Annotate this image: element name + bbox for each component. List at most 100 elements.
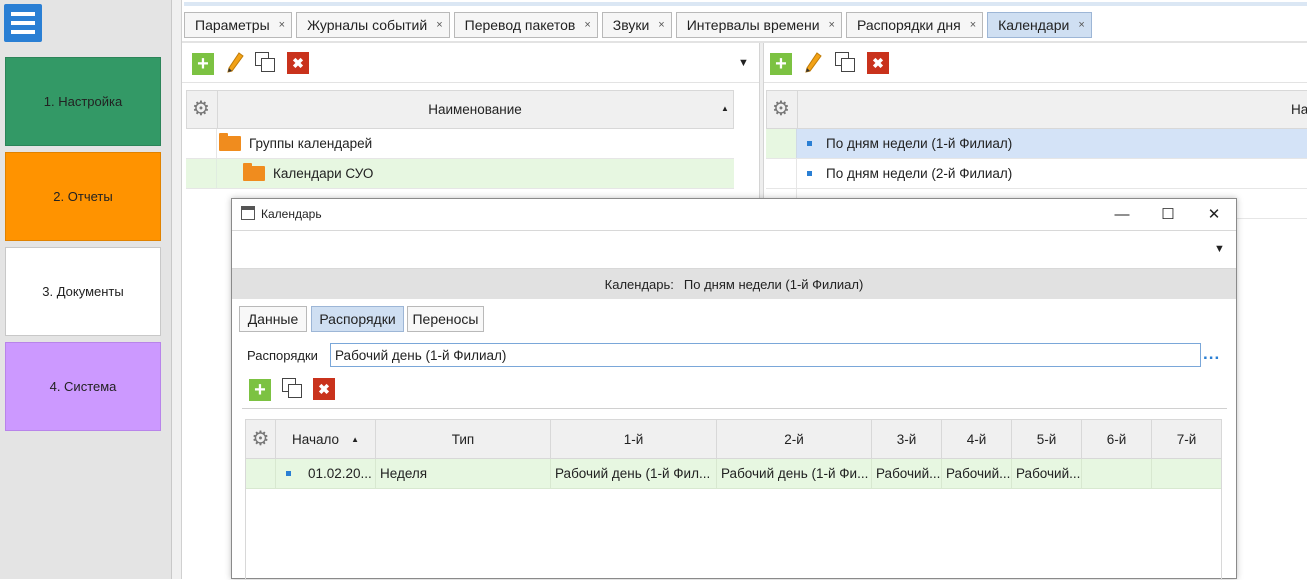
tab-time-intervals[interactable]: Интервалы времени ×	[675, 12, 842, 38]
add-button[interactable]: +	[249, 379, 271, 401]
sidebar-item-system[interactable]: 4. Система	[5, 342, 161, 431]
row-gutter	[246, 459, 276, 488]
minimize-button[interactable]: —	[1099, 199, 1145, 229]
column-header-day5[interactable]: 5-й	[1012, 420, 1082, 458]
maximize-button[interactable]: ☐	[1145, 199, 1191, 229]
tab-event-logs[interactable]: Журналы событий ×	[296, 12, 450, 38]
sidebar-item-label: 2. Отчеты	[53, 189, 113, 204]
hamburger-menu-icon[interactable]	[4, 4, 42, 42]
column-header-label: Наименование	[428, 102, 522, 117]
cell-value: Рабочий день (1-й Фил...	[555, 466, 711, 481]
list-row[interactable]: По дням недели (2-й Филиал)	[766, 159, 1307, 189]
gear-icon[interactable]: ⚙	[771, 99, 791, 119]
cell-day5[interactable]: Рабочий...	[1012, 459, 1082, 488]
chevron-down-icon[interactable]: ▼	[1214, 243, 1225, 255]
schedule-field[interactable]: Рабочий день (1-й Филиал)	[330, 343, 1201, 367]
close-icon[interactable]: ×	[829, 19, 835, 31]
column-header-day6[interactable]: 6-й	[1082, 420, 1152, 458]
cell-day3[interactable]: Рабочий...	[872, 459, 942, 488]
column-header-day3[interactable]: 3-й	[872, 420, 942, 458]
column-header-start[interactable]: Начало ▲	[276, 420, 376, 458]
delete-button[interactable]: ✖	[867, 52, 889, 74]
calendar-dialog: Календарь — ☐ ✕ ▼ Календарь: По дням нед…	[231, 198, 1237, 580]
copy-button[interactable]	[835, 52, 857, 74]
toolbar-divider	[182, 82, 759, 83]
tab-data[interactable]: Данные	[239, 306, 307, 332]
sort-asc-icon: ▲	[351, 434, 359, 444]
folder-icon	[219, 133, 241, 151]
close-icon[interactable]: ×	[436, 19, 442, 31]
tree-row[interactable]: Группы календарей	[186, 129, 734, 159]
cell-day6[interactable]	[1082, 459, 1152, 488]
cell-start[interactable]: 01.02.20...	[276, 459, 376, 488]
delete-button[interactable]: ✖	[313, 378, 335, 400]
list-row-selected[interactable]: По дням недели (1-й Филиал)	[766, 129, 1307, 159]
grid-header: ⚙ Наименование ▲	[186, 90, 734, 129]
column-header-name[interactable]: Наименование	[217, 91, 733, 128]
tab-parameters[interactable]: Параметры ×	[184, 12, 293, 38]
copy-icon-front	[288, 384, 302, 398]
toolbar-divider	[242, 408, 1227, 409]
sidebar-item-reports[interactable]: 2. Отчеты	[5, 152, 161, 241]
tab-transfers[interactable]: Переносы	[407, 306, 484, 332]
sidebar-item-settings[interactable]: 1. Настройка	[5, 57, 161, 146]
column-header-label: 6-й	[1106, 431, 1127, 447]
tab-sounds[interactable]: Звуки ×	[601, 12, 672, 38]
sidebar-splitter[interactable]	[172, 0, 182, 579]
add-button[interactable]: +	[770, 53, 792, 75]
schedule-field-label: Распорядки	[247, 348, 318, 363]
close-icon[interactable]: ×	[584, 19, 590, 31]
tab-daily-schedules[interactable]: Распорядки дня ×	[845, 12, 984, 38]
tree-row[interactable]: Календари СУО	[186, 159, 734, 189]
tab-package-translation[interactable]: Перевод пакетов ×	[453, 12, 598, 38]
tab-label: Интервалы времени	[686, 17, 820, 33]
column-header-day1[interactable]: 1-й	[551, 420, 717, 458]
column-header-day2[interactable]: 2-й	[717, 420, 872, 458]
sidebar-item-documents[interactable]: 3. Документы	[5, 247, 161, 336]
column-header-label: 7-й	[1176, 431, 1197, 447]
document-tabs: Параметры × Журналы событий × Перевод паке…	[184, 12, 1092, 40]
cell-day7[interactable]	[1152, 459, 1221, 488]
tab-calendars[interactable]: Календари ×	[987, 12, 1092, 38]
close-icon[interactable]: ×	[279, 19, 285, 31]
copy-button[interactable]	[282, 378, 304, 400]
column-header-day7[interactable]: 7-й	[1152, 420, 1221, 458]
sort-asc-icon[interactable]: ▲	[721, 104, 729, 113]
dialog-header-bar: Календарь: По дням недели (1-й Филиал)	[232, 269, 1236, 299]
add-button[interactable]: +	[192, 53, 214, 75]
grid-settings-cell[interactable]: ⚙	[187, 91, 218, 128]
table-row[interactable]: 01.02.20... Неделя Рабочий день (1-й Фил…	[246, 459, 1221, 489]
copy-button[interactable]	[255, 52, 277, 74]
tab-label: Перевод пакетов	[464, 17, 576, 33]
close-icon[interactable]: ×	[1078, 19, 1084, 31]
grid-settings-cell[interactable]: ⚙	[246, 420, 276, 458]
maximize-icon: ☐	[1161, 206, 1175, 223]
cell-type[interactable]: Неделя	[376, 459, 551, 488]
close-icon[interactable]: ×	[970, 19, 976, 31]
cell-day4[interactable]: Рабочий...	[942, 459, 1012, 488]
grid-settings-cell[interactable]: ⚙	[767, 91, 798, 128]
row-gutter	[766, 159, 797, 188]
tab-schedules[interactable]: Распорядки	[311, 306, 404, 332]
close-button[interactable]: ✕	[1191, 199, 1237, 229]
pencil-icon	[805, 52, 822, 73]
close-icon[interactable]: ×	[658, 19, 664, 31]
edit-button[interactable]	[224, 52, 246, 74]
cell-day1[interactable]: Рабочий день (1-й Фил...	[551, 459, 717, 488]
gear-icon[interactable]: ⚙	[251, 429, 271, 449]
column-header-label: 4-й	[966, 431, 987, 447]
column-header-type[interactable]: Тип	[376, 420, 551, 458]
more-options-icon[interactable]: ...	[1203, 344, 1220, 364]
column-header-label[interactable]: На	[1291, 102, 1307, 117]
chevron-down-icon[interactable]: ▼	[738, 57, 749, 69]
schedule-grid: ⚙ Начало ▲ Тип 1-й 2-й 3-й 4-й 5-й 6-й 7…	[245, 419, 1222, 580]
list-item-label: По дням недели (2-й Филиал)	[826, 166, 1013, 181]
dialog-titlebar[interactable]: Календарь — ☐ ✕	[232, 199, 1236, 229]
cell-day2[interactable]: Рабочий день (1-й Фи...	[717, 459, 872, 488]
edit-button[interactable]	[802, 52, 824, 74]
cell-value: 01.02.20...	[308, 466, 372, 481]
column-header-day4[interactable]: 4-й	[942, 420, 1012, 458]
sidebar-item-label: 4. Система	[49, 379, 117, 394]
delete-button[interactable]: ✖	[287, 52, 309, 74]
gear-icon[interactable]: ⚙	[191, 99, 211, 119]
